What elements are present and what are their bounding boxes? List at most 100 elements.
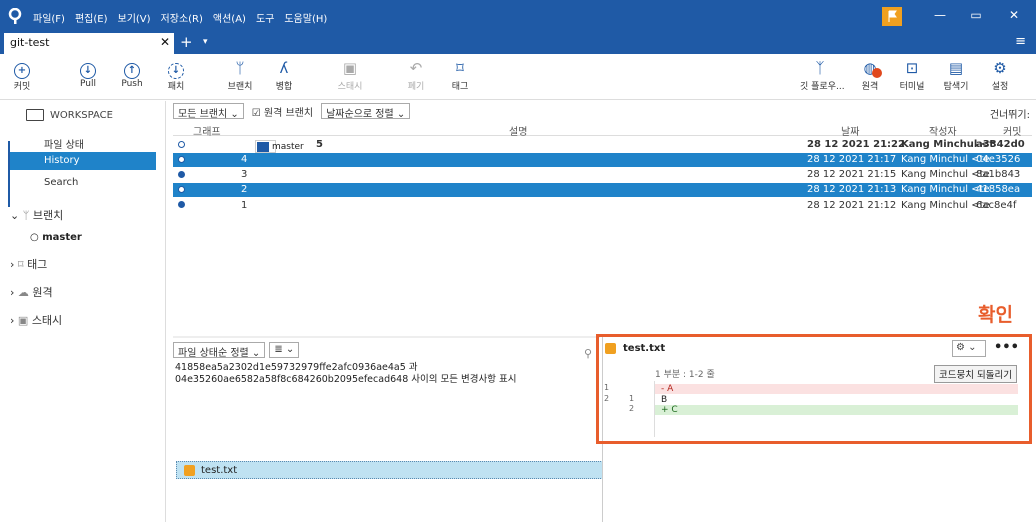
col-commit[interactable]: 커밋 [1003,123,1021,138]
sidebar-item-history[interactable]: History [10,152,156,170]
file-sort-dropdown[interactable]: 파일 상태순 정렬 ⌄ [173,342,266,359]
menu-view[interactable]: 보기(V) [118,10,151,25]
remote-branches-checkbox[interactable]: ☑ 원격 브랜치 [247,103,318,119]
arrow-down-circle-icon: ↓ [68,58,108,79]
push-button[interactable]: ↑ Push [112,58,152,89]
skip-label: 건너뛰기: [989,110,1030,121]
gitflow-icon: ᛉ [815,59,825,77]
explorer-button[interactable]: ▤ 탐색기 [936,58,976,92]
col-date[interactable]: 날짜 [841,123,859,138]
view-mode-dropdown[interactable]: ≣ ⌄ [269,342,300,358]
patch-button[interactable]: ↓ 패치 [156,58,196,92]
table-row[interactable]: 1 28 12 2021 21:12 Kang Minchul <te 6ac8… [173,199,1032,213]
terminal-button[interactable]: ⊡ 터미널 [892,58,932,92]
minimize-button[interactable]: — [930,8,950,22]
menu-edit[interactable]: 편집(E) [75,10,108,25]
panel-splitter[interactable] [173,336,600,338]
remote-button[interactable]: ◍ 원격 [850,58,890,92]
tab-close-icon[interactable]: ✕ [160,35,170,49]
stash-icon: ▣ [342,59,358,77]
sidebar-item-master[interactable]: ○ master [30,232,82,243]
gitflow-button[interactable]: ᛉ깃 플로우... [800,58,845,92]
sidebar: WORKSPACE 파일 상태 History Search ⌄ ᛘ 브랜치 ○… [0,101,166,522]
new-tab-button[interactable]: + [180,33,193,51]
file-list-panel: 파일 상태순 정렬 ⌄ ≣ ⌄ 41858ea5a2302d1e59732979… [173,340,603,522]
menu-tools[interactable]: 도구 [256,10,274,25]
chevron-down-icon: ⌄ [10,209,20,222]
current-branch-icon: ○ [30,232,43,243]
col-author[interactable]: 작성자 [929,123,957,138]
tag-button[interactable]: ⌑ 태그 [440,58,480,92]
table-row[interactable]: 2 28 12 2021 21:13 Kang Minchul <te 4185… [173,183,1032,197]
diff-range-message: 41858ea5a2302d1e59732979ffe2afc0936ae4a5… [175,362,517,385]
confirm-annotation-label: 확인 [978,304,1013,326]
sort-by-date-dropdown[interactable]: 날짜순으로 정렬 ⌄ [321,103,411,120]
commit-node [178,201,185,208]
settings-button[interactable]: ⚙ 설정 [980,58,1020,92]
stash-button[interactable]: ▣ 스태시 [330,58,370,92]
plus-circle-icon: + [2,58,42,79]
title-bar: 파일(F) 편집(E) 보기(V) 저장소(R) 액션(A) 도구 도움말(H)… [0,0,1036,33]
terminal-icon: ⊡ [905,59,919,77]
discard-icon: ↶ [409,59,423,77]
file-list-toolbar: 파일 상태순 정렬 ⌄ ≣ ⌄ [173,342,300,359]
commit-node [178,156,185,163]
commit-filters: 모든 브랜치 ⌄ ☑ 원격 브랜치 날짜순으로 정렬 ⌄ [173,103,411,120]
sidebar-item-search[interactable]: Search [10,174,156,192]
sidebar-group-stash[interactable]: › ▣ 스태시 [10,312,62,328]
discard-button[interactable]: ↶ 폐기 [396,58,436,92]
stash-icon: ▣ [17,314,29,327]
sidebar-group-branches[interactable]: ⌄ ᛘ 브랜치 [10,207,63,223]
highlight-annotation-box [596,334,1032,444]
branch-tag-icon [257,142,269,152]
commit-button[interactable]: + 커밋 [2,58,42,92]
monitor-icon [26,109,44,121]
tab-dropdown-icon[interactable]: ▾ [203,37,208,47]
menu-actions[interactable]: 액션(A) [213,10,246,25]
sidebar-group-tags[interactable]: › ⌑ 태그 [10,256,47,272]
table-row[interactable]: master 5 28 12 2021 21:22 Kang Minchul <… [173,138,1032,153]
commit-node [178,171,185,178]
chevron-right-icon: › [10,258,15,271]
tab-label: git-test [10,36,50,49]
sidebar-item-file-status[interactable]: 파일 상태 [10,133,156,151]
merge-icon: ʎ [279,59,289,77]
menu-repository[interactable]: 저장소(R) [161,10,203,25]
menu-file[interactable]: 파일(F) [33,10,65,25]
sidebar-group-remotes[interactable]: › ☁ 원격 [10,284,53,300]
branch-button[interactable]: ᛘ 브랜치 [220,58,260,92]
tab-git-test[interactable]: git-test ✕ [4,33,174,54]
maximize-button[interactable]: ▭ [966,8,986,22]
modified-file-icon [184,465,195,476]
merge-button[interactable]: ʎ 병합 [264,58,304,92]
menu-bar: 파일(F) 편집(E) 보기(V) 저장소(R) 액션(A) 도구 도움말(H) [33,10,327,25]
tag-icon: ⌑ [456,59,464,77]
folder-icon: ▤ [948,59,964,77]
search-icon[interactable]: ⚲ [584,347,592,360]
menu-help[interactable]: 도움말(H) [284,10,327,25]
pull-button[interactable]: ↓ Pull [68,58,108,89]
checkbox-checked-icon: ☑ [251,108,261,119]
branch-icon: ᛘ [22,209,30,222]
chevron-right-icon: › [10,314,15,327]
fetch-icon: ↓ [156,58,196,79]
branch-icon: ᛘ [235,59,245,77]
notification-badge-icon [872,68,882,78]
tag-icon: ⌑ [17,258,24,271]
col-graph[interactable]: 그래프 [193,123,221,138]
col-description[interactable]: 설명 [509,123,527,138]
list-item[interactable]: test.txt [176,461,603,479]
close-window-button[interactable]: ✕ [1004,8,1024,22]
table-row[interactable]: 3 28 12 2021 21:15 Kang Minchul <te 8a1b… [173,168,1032,182]
arrow-up-circle-icon: ↑ [112,58,152,79]
flag-icon[interactable] [882,7,902,26]
chevron-right-icon: › [10,286,15,299]
commit-node [178,141,185,148]
cloud-icon: ☁ [17,286,29,299]
table-row[interactable]: 4 28 12 2021 21:17 Kang Minchul <te 04e3… [173,153,1032,167]
tab-bar: git-test ✕ + ▾ ≡ [0,33,1036,54]
all-branches-dropdown[interactable]: 모든 브랜치 ⌄ [173,103,244,120]
hamburger-menu-icon[interactable]: ≡ [1015,34,1026,49]
toolbar: + 커밋 ↓ Pull ↑ Push ↓ 패치 ᛘ 브랜치 ʎ 병합 ▣ 스태시 ↶ 폐기 ⌑ 태… [0,54,1036,100]
commit-node [178,186,185,193]
